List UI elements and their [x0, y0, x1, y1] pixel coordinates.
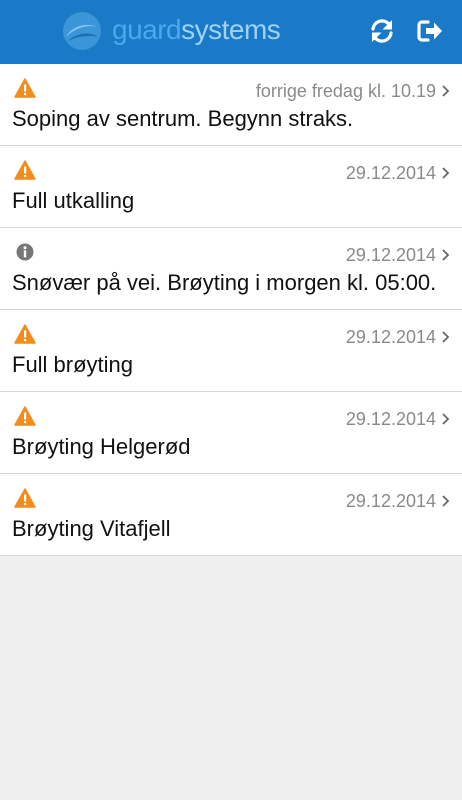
chevron-right-icon [442, 167, 450, 179]
message-title: Snøvær på vei. Brøyting i morgen kl. 05:… [12, 270, 437, 295]
message-title: Brøyting Helgerød [12, 434, 191, 459]
message-row[interactable]: forrige fredag kl. 10.19 Soping av sentr… [0, 64, 462, 146]
warning-icon [14, 78, 36, 98]
brand-part-systems: systems [181, 14, 281, 45]
message-row[interactable]: 29.12.2014 Full brøyting [0, 310, 462, 392]
chevron-right-icon [442, 85, 450, 97]
chevron-right-icon [442, 331, 450, 343]
message-title: Full utkalling [12, 188, 135, 213]
warning-icon [14, 406, 36, 426]
info-icon [14, 242, 36, 262]
message-date: 29.12.2014 [345, 245, 436, 265]
message-date: 29.12.2014 [345, 491, 436, 511]
chevron-right-icon [442, 495, 450, 507]
message-row[interactable]: 29.12.2014 Brøyting Helgerød [0, 392, 462, 474]
guardsystems-logo-icon [63, 12, 101, 50]
message-row[interactable]: 29.12.2014 Full utkalling [0, 146, 462, 228]
message-list: forrige fredag kl. 10.19 Soping av sentr… [0, 64, 462, 556]
message-title: Full brøyting [12, 352, 134, 377]
warning-icon [14, 324, 36, 344]
logout-icon[interactable] [415, 16, 445, 46]
app-header: guardsystems [0, 0, 462, 64]
message-title: Soping av sentrum. Begynn straks. [12, 106, 354, 131]
message-date: 29.12.2014 [345, 163, 436, 183]
warning-icon [14, 160, 36, 180]
message-date: 29.12.2014 [345, 409, 436, 429]
refresh-icon[interactable] [367, 16, 397, 46]
message-date: 29.12.2014 [345, 327, 436, 347]
chevron-right-icon [442, 413, 450, 425]
message-date: forrige fredag kl. 10.19 [255, 81, 436, 101]
chevron-right-icon [442, 249, 450, 261]
message-title: Brøyting Vitafjell [12, 516, 171, 541]
brand-name: guardsystems [112, 13, 281, 47]
message-row[interactable]: 29.12.2014 Snøvær på vei. Brøyting i mor… [0, 228, 462, 310]
brand-part-guard: guard [112, 14, 182, 45]
message-row[interactable]: 29.12.2014 Brøyting Vitafjell [0, 474, 462, 556]
warning-icon [14, 488, 36, 508]
